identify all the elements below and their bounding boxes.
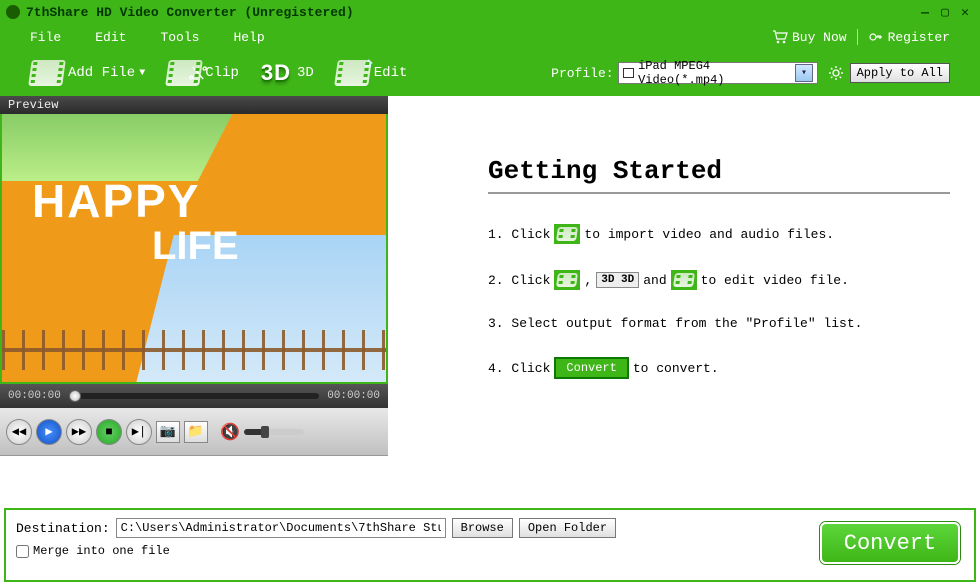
clip-label: Clip (205, 65, 239, 81)
getting-started-panel: Getting Started 1. Click to import video… (388, 96, 980, 504)
cart-icon (772, 30, 788, 44)
chevron-down-icon[interactable]: ▾ (795, 64, 812, 82)
minimize-button[interactable]: — (916, 3, 934, 21)
apply-to-all-button[interactable]: Apply to All (850, 63, 950, 83)
mini-3d-icon: 3D 3D (596, 272, 639, 288)
guide-title: Getting Started (488, 156, 950, 186)
step-2: 2. Click , 3D 3D and to edit video file. (488, 270, 950, 290)
film-edit-icon (334, 60, 372, 86)
next-button[interactable]: ▶▶ (66, 419, 92, 445)
step-text: to convert. (633, 361, 719, 376)
camera-icon: 📷 (160, 424, 176, 439)
step-text: 2. Click (488, 273, 550, 288)
mini-edit-icon (671, 270, 697, 290)
window-title: 7thShare HD Video Converter (Unregistere… (26, 5, 354, 20)
mute-icon[interactable]: 🔇 (220, 422, 240, 442)
menu-bar: File Edit Tools Help Buy Now Register (0, 24, 980, 50)
time-end: 00:00:00 (327, 390, 380, 402)
mini-clip-icon (554, 270, 580, 290)
edit-label: Edit (374, 65, 408, 81)
3d-label: 3D (297, 65, 314, 81)
step-text: and (643, 273, 666, 288)
open-snapshot-folder-button[interactable]: 📁 (184, 421, 208, 443)
mini-convert-button: Convert (554, 357, 628, 379)
step-1: 1. Click to import video and audio files… (488, 224, 950, 244)
preview-text-happy: HAPPY (32, 174, 200, 228)
film-icon (28, 60, 66, 86)
settings-button[interactable] (826, 63, 846, 83)
folder-icon: 📁 (188, 424, 204, 439)
convert-button[interactable]: Convert (820, 522, 960, 564)
timeline[interactable]: 00:00:00 00:00:00 (0, 384, 388, 408)
divider (857, 29, 858, 45)
step-text: 4. Click (488, 361, 550, 376)
step-text: to import video and audio files. (584, 227, 834, 242)
bottom-bar: Destination: Browse Open Folder Merge in… (4, 508, 976, 582)
preview-text-life: LIFE (152, 224, 239, 269)
maximize-button[interactable]: ▢ (936, 3, 954, 21)
step-text: 3. Select output format from the "Profil… (488, 316, 862, 331)
step-text: to edit video file. (701, 273, 849, 288)
divider (488, 192, 950, 194)
clip-button[interactable]: Clip (167, 60, 239, 86)
destination-input[interactable] (116, 518, 446, 538)
merge-checkbox[interactable] (16, 545, 29, 558)
mini-add-file-icon (554, 224, 580, 244)
menu-tools[interactable]: Tools (160, 30, 199, 45)
chevron-down-icon: ▼ (139, 68, 145, 79)
menu-file[interactable]: File (30, 30, 61, 45)
preview-panel: Preview HAPPY LIFE 00:00:00 00:00:00 ◀◀ … (0, 96, 388, 504)
film-clip-icon (165, 60, 203, 86)
volume-slider[interactable] (244, 429, 304, 435)
profile-select[interactable]: iPad MPEG4 Video(*.mp4) ▾ (618, 62, 818, 84)
3d-icon: 3D (261, 60, 291, 86)
register-label: Register (888, 30, 950, 45)
step-text: 1. Click (488, 227, 550, 242)
buy-now-label: Buy Now (792, 30, 847, 45)
app-icon (6, 5, 20, 19)
open-folder-button[interactable]: Open Folder (519, 518, 616, 538)
toolbar: Add File ▼ Clip 3D 3D Edit Profile: iPad… (0, 50, 980, 96)
key-icon (868, 30, 884, 44)
buy-now-link[interactable]: Buy Now (772, 30, 847, 45)
stop-button[interactable]: ■ (96, 419, 122, 445)
player-controls: ◀◀ ▶ ▶▶ ■ ▶| 📷 📁 🔇 (0, 408, 388, 456)
prev-button[interactable]: ◀◀ (6, 419, 32, 445)
volume-knob[interactable] (261, 426, 269, 438)
menu-edit[interactable]: Edit (95, 30, 126, 45)
convert-label: Convert (844, 531, 936, 556)
preview-header: Preview (0, 96, 388, 114)
destination-label: Destination: (16, 521, 110, 536)
step-button[interactable]: ▶| (126, 419, 152, 445)
merge-label: Merge into one file (33, 544, 170, 558)
time-start: 00:00:00 (8, 390, 61, 402)
add-file-button[interactable]: Add File ▼ (30, 60, 145, 86)
snapshot-button[interactable]: 📷 (156, 421, 180, 443)
preview-image: HAPPY LIFE (0, 114, 388, 384)
timeline-knob[interactable] (69, 390, 81, 402)
add-file-label: Add File (68, 65, 135, 81)
step-3: 3. Select output format from the "Profil… (488, 316, 950, 331)
edit-button[interactable]: Edit (336, 60, 408, 86)
play-button[interactable]: ▶ (36, 419, 62, 445)
step-text: , (584, 273, 592, 288)
step-4: 4. Click Convert to convert. (488, 357, 950, 379)
3d-button[interactable]: 3D 3D (261, 60, 314, 86)
register-link[interactable]: Register (868, 30, 950, 45)
menu-help[interactable]: Help (233, 30, 264, 45)
profile-value: iPad MPEG4 Video(*.mp4) (638, 59, 795, 87)
timeline-track[interactable] (69, 393, 319, 399)
gear-icon (828, 65, 844, 81)
browse-button[interactable]: Browse (452, 518, 513, 538)
close-button[interactable]: ✕ (956, 3, 974, 21)
profile-label: Profile: (551, 66, 613, 81)
profile-device-icon (623, 68, 635, 78)
title-bar: 7thShare HD Video Converter (Unregistere… (0, 0, 980, 24)
